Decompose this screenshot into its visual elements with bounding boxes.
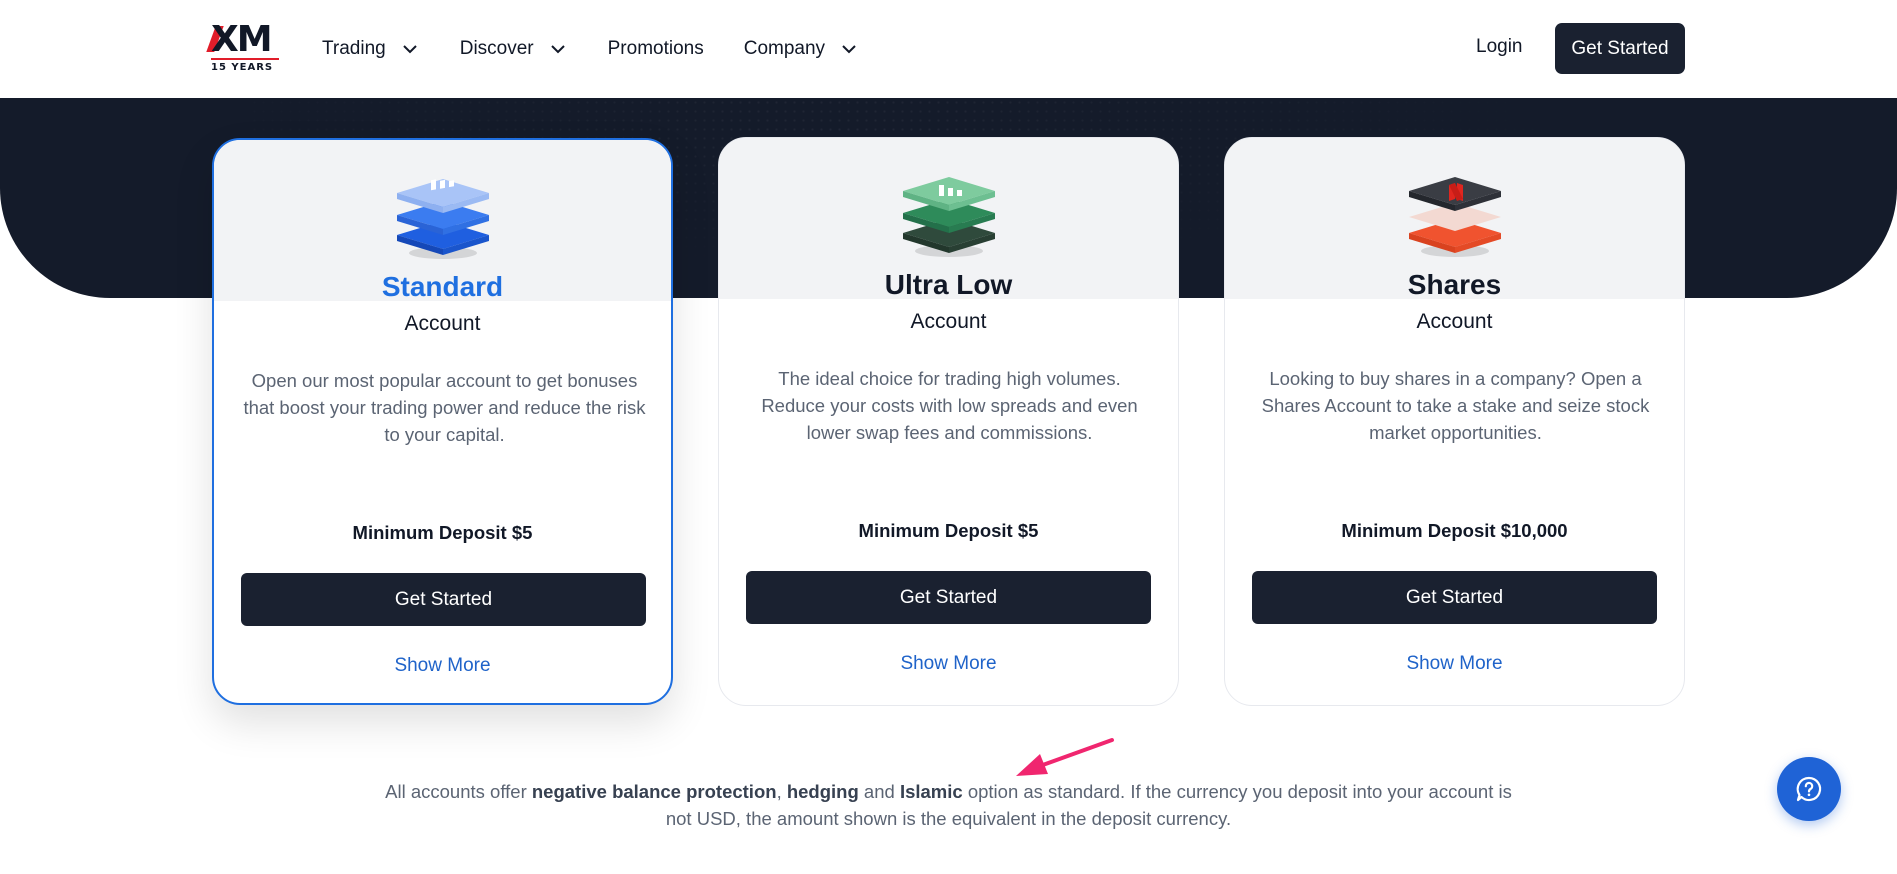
card-min-deposit: Minimum Deposit $5 bbox=[352, 522, 533, 543]
stack-red-icon bbox=[1405, 163, 1505, 263]
card-subtitle: Account bbox=[910, 310, 987, 333]
header-get-started-button[interactable]: Get Started bbox=[1555, 23, 1685, 74]
accounts-note: All accounts offer negative balance prot… bbox=[380, 778, 1517, 832]
card-title: Shares bbox=[1407, 269, 1502, 300]
card-description: Looking to buy shares in a company? Open… bbox=[1261, 368, 1650, 443]
note-sep-1: , bbox=[776, 781, 787, 802]
card-min-deposit: Minimum Deposit $5 bbox=[858, 520, 1039, 541]
card-show-more-link[interactable]: Show More bbox=[719, 653, 1178, 675]
nav-discover-label: Discover bbox=[459, 38, 534, 59]
card-description: Open our most popular account to get bon… bbox=[243, 370, 646, 445]
note-bold-negative-balance: negative balance protection bbox=[531, 781, 777, 802]
card-subtitle: Account bbox=[404, 312, 481, 335]
note-bold-hedging: hedging bbox=[786, 781, 859, 802]
card-subtitle: Account bbox=[1416, 310, 1493, 333]
annotation-arrow-icon bbox=[1016, 738, 1114, 776]
account-card-ultra-low[interactable]: Ultra Low Account The ideal choice for t… bbox=[718, 137, 1179, 706]
stack-green-icon bbox=[899, 163, 999, 263]
site-header: XM 15 YEARS Trading Discover Promotions … bbox=[0, 0, 1897, 98]
card-get-started-button[interactable]: Get Started bbox=[746, 571, 1151, 624]
account-card-shares[interactable]: Shares Account Looking to buy shares in … bbox=[1224, 137, 1685, 706]
logo-subtitle: 15 YEARS bbox=[211, 62, 274, 73]
nav-promotions-label: Promotions bbox=[607, 38, 704, 59]
nav-discover[interactable]: Discover bbox=[460, 38, 568, 60]
card-description: The ideal choice for trading high volume… bbox=[761, 368, 1138, 443]
card-get-started-button[interactable]: Get Started bbox=[1252, 571, 1657, 624]
login-link[interactable]: Login bbox=[1476, 36, 1523, 58]
card-show-more-link[interactable]: Show More bbox=[214, 655, 671, 677]
chevron-down-icon bbox=[839, 39, 859, 59]
account-card-standard[interactable]: Standard Account Open our most popular a… bbox=[212, 138, 673, 705]
nav-trading-label: Trading bbox=[322, 38, 386, 59]
nav-company[interactable]: Company bbox=[744, 38, 859, 60]
chat-help-button[interactable] bbox=[1777, 757, 1841, 821]
chevron-down-icon bbox=[548, 39, 568, 59]
card-show-more-link[interactable]: Show More bbox=[1225, 653, 1684, 675]
note-bold-islamic: Islamic bbox=[899, 781, 963, 802]
nav-company-label: Company bbox=[743, 38, 826, 59]
card-min-deposit: Minimum Deposit $10,000 bbox=[1341, 520, 1568, 541]
main-nav: Trading Discover Promotions Company bbox=[322, 0, 899, 98]
stack-blue-icon bbox=[393, 165, 493, 265]
logo-underline bbox=[211, 58, 279, 60]
card-title: Standard bbox=[381, 271, 504, 302]
note-sep-2: and bbox=[858, 781, 900, 802]
note-text-1: All accounts offer bbox=[385, 781, 532, 802]
logo-mark: XM bbox=[211, 19, 273, 60]
nav-trading[interactable]: Trading bbox=[322, 38, 420, 60]
card-get-started-button[interactable]: Get Started bbox=[241, 573, 646, 626]
nav-promotions[interactable]: Promotions bbox=[608, 38, 704, 60]
chevron-down-icon bbox=[400, 39, 420, 59]
chat-help-icon bbox=[1796, 776, 1822, 802]
xm-logo[interactable]: XM 15 YEARS bbox=[206, 19, 279, 73]
card-title: Ultra Low bbox=[884, 269, 1013, 300]
